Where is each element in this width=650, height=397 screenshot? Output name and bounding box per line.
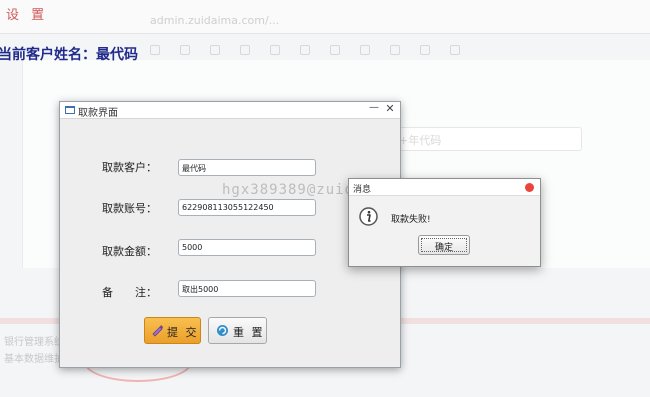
window-icon xyxy=(65,106,75,114)
note-label: 备 注： xyxy=(102,286,157,299)
customer-field[interactable]: 最代码 xyxy=(178,159,316,176)
submit-label: 提 交 xyxy=(167,326,199,339)
dialog-message: 取款失败! xyxy=(391,215,431,225)
amount-label: 取款金额： xyxy=(102,245,157,258)
toolbar-icon xyxy=(450,45,460,55)
dialog-title: 消息 xyxy=(353,185,372,195)
toolbar-icon xyxy=(150,45,160,55)
toolbar-icon xyxy=(390,45,400,55)
info-icon xyxy=(359,207,378,226)
submit-icon xyxy=(152,325,163,337)
ok-button[interactable]: 确定 xyxy=(418,235,470,255)
background-url: admin.zuidaima.com/... xyxy=(150,14,280,27)
toolbar-icon xyxy=(360,45,370,55)
toolbar-icon xyxy=(210,45,220,55)
reset-label: 重 置 xyxy=(233,326,265,339)
toolbar-icon xyxy=(270,45,280,55)
account-field[interactable]: 622908113055122450 xyxy=(178,199,316,216)
close-button[interactable]: ✕ xyxy=(384,102,396,118)
note-field[interactable]: 取出5000 xyxy=(178,280,316,297)
window-title: 取款界面 xyxy=(78,108,118,119)
toolbar-icon xyxy=(180,45,190,55)
toolbar-icon xyxy=(420,45,430,55)
background-toolbar xyxy=(150,42,650,58)
toolbar-icon xyxy=(330,45,340,55)
toolbar-icon xyxy=(240,45,250,55)
toolbar-icon xyxy=(300,45,310,55)
submit-button[interactable]: 提 交 xyxy=(144,317,201,344)
background-topbar xyxy=(0,0,650,34)
settings-title: 设 置 xyxy=(6,8,49,23)
current-customer-label: 当前客户姓名：最代码 xyxy=(0,47,138,63)
amount-field[interactable]: 5000 xyxy=(178,239,316,256)
window-titlebar[interactable]: 取款界面 — ✕ xyxy=(60,102,400,119)
customer-label: 取款客户： xyxy=(102,161,157,174)
dialog-close-button[interactable] xyxy=(525,183,534,192)
reset-icon xyxy=(217,325,228,336)
dialog-titlebar[interactable]: 消息 xyxy=(349,179,540,196)
minimize-button[interactable]: — xyxy=(368,102,380,118)
message-dialog: 消息 取款失败! 确定 xyxy=(348,178,541,267)
reset-button[interactable]: 重 置 xyxy=(208,317,267,344)
account-label: 取款账号： xyxy=(102,202,157,215)
